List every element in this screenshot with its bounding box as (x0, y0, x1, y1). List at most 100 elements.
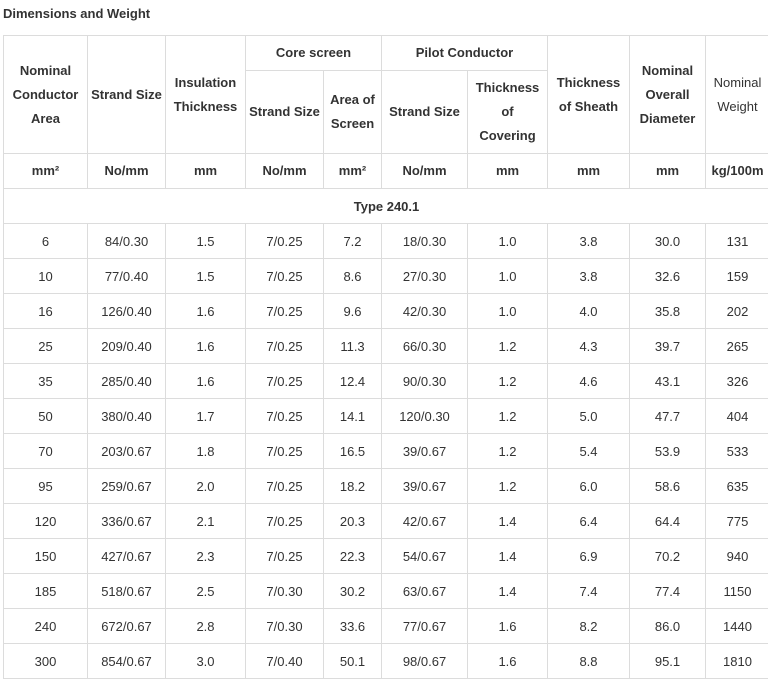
table-cell: 3.8 (548, 259, 630, 294)
table-cell: 1.2 (468, 399, 548, 434)
table-cell: 42/0.30 (382, 294, 468, 329)
table-cell: 7.2 (324, 224, 382, 259)
table-cell: 25 (4, 329, 88, 364)
table-cell: 4.3 (548, 329, 630, 364)
header-weight: Nominal Weight (706, 36, 768, 154)
table-cell: 1440 (706, 609, 768, 644)
table-row: 95259/0.672.07/0.2518.239/0.671.26.058.6… (4, 469, 768, 504)
header-pilot-thickness: Thickness of Covering (468, 71, 548, 154)
table-cell: 95 (4, 469, 88, 504)
table-cell: 7/0.30 (246, 574, 324, 609)
table-cell: 2.3 (166, 539, 246, 574)
header-pilot-conductor: Pilot Conductor (382, 36, 548, 71)
table-cell: 8.8 (548, 644, 630, 679)
table-cell: 1810 (706, 644, 768, 679)
table-cell: 27/0.30 (382, 259, 468, 294)
unit-cell: kg/100m (706, 154, 768, 189)
header-strand-size: Strand Size (88, 36, 166, 154)
table-cell: 1.6 (468, 644, 548, 679)
page-title: Dimensions and Weight (3, 6, 150, 21)
table-cell: 131 (706, 224, 768, 259)
table-cell: 63/0.67 (382, 574, 468, 609)
unit-cell: No/mm (382, 154, 468, 189)
header-text: of (470, 100, 545, 124)
header-row-1: Nominal Conductor Area Strand Size Insul… (4, 36, 768, 71)
table-cell: 1.5 (166, 224, 246, 259)
table-cell: 150 (4, 539, 88, 574)
header-text: Conductor (6, 83, 85, 107)
table-cell: 1.7 (166, 399, 246, 434)
table-cell: 1.0 (468, 294, 548, 329)
table-cell: 1.2 (468, 469, 548, 504)
table-cell: 2.0 (166, 469, 246, 504)
table-cell: 95.1 (630, 644, 706, 679)
table-cell: 50.1 (324, 644, 382, 679)
table-cell: 20.3 (324, 504, 382, 539)
table-cell: 518/0.67 (88, 574, 166, 609)
table-row: 300854/0.673.07/0.4050.198/0.671.68.895.… (4, 644, 768, 679)
table-cell: 4.0 (548, 294, 630, 329)
table-cell: 50 (4, 399, 88, 434)
table-cell: 1.2 (468, 329, 548, 364)
table-cell: 1.4 (468, 504, 548, 539)
header-text: Covering (470, 124, 545, 148)
table-cell: 202 (706, 294, 768, 329)
header-text: Weight (708, 95, 767, 119)
table-cell: 14.1 (324, 399, 382, 434)
table-cell: 159 (706, 259, 768, 294)
table-cell: 1.0 (468, 259, 548, 294)
table-cell: 77/0.67 (382, 609, 468, 644)
table-cell: 265 (706, 329, 768, 364)
header-pilot-strand: Strand Size (382, 71, 468, 154)
dimensions-table: Nominal Conductor Area Strand Size Insul… (3, 35, 768, 679)
section-title: Type 240.1 (4, 189, 768, 224)
table-cell: 86.0 (630, 609, 706, 644)
table-cell: 30.0 (630, 224, 706, 259)
table-cell: 672/0.67 (88, 609, 166, 644)
table-cell: 940 (706, 539, 768, 574)
table-cell: 70.2 (630, 539, 706, 574)
header-text: Insulation (168, 71, 243, 95)
table-cell: 259/0.67 (88, 469, 166, 504)
table-cell: 380/0.40 (88, 399, 166, 434)
header-core-area: Area of Screen (324, 71, 382, 154)
table-row: 1077/0.401.57/0.258.627/0.301.03.832.615… (4, 259, 768, 294)
table-row: 35285/0.401.67/0.2512.490/0.301.24.643.1… (4, 364, 768, 399)
unit-cell: mm² (4, 154, 88, 189)
table-cell: 854/0.67 (88, 644, 166, 679)
header-text: Nominal (708, 71, 767, 95)
unit-cell: mm (630, 154, 706, 189)
unit-cell: mm² (324, 154, 382, 189)
table-cell: 18.2 (324, 469, 382, 504)
table-cell: 1.0 (468, 224, 548, 259)
unit-cell: mm (548, 154, 630, 189)
table-cell: 84/0.30 (88, 224, 166, 259)
table-cell: 1.5 (166, 259, 246, 294)
table-cell: 1.6 (166, 294, 246, 329)
table-cell: 7/0.30 (246, 609, 324, 644)
table-cell: 77.4 (630, 574, 706, 609)
unit-cell: No/mm (88, 154, 166, 189)
table-cell: 1.2 (468, 364, 548, 399)
table-cell: 7/0.25 (246, 364, 324, 399)
table-cell: 7/0.25 (246, 399, 324, 434)
table-cell: 326 (706, 364, 768, 399)
table-cell: 32.6 (630, 259, 706, 294)
header-core-strand: Strand Size (246, 71, 324, 154)
table-cell: 336/0.67 (88, 504, 166, 539)
table-cell: 1.4 (468, 574, 548, 609)
table-cell: 7/0.25 (246, 469, 324, 504)
table-cell: 3.8 (548, 224, 630, 259)
table-cell: 285/0.40 (88, 364, 166, 399)
table-cell: 775 (706, 504, 768, 539)
table-cell: 2.8 (166, 609, 246, 644)
header-sheath: Thickness of Sheath (548, 36, 630, 154)
table-cell: 8.2 (548, 609, 630, 644)
units-row: mm² No/mm mm No/mm mm² No/mm mm mm mm kg… (4, 154, 768, 189)
table-cell: 43.1 (630, 364, 706, 399)
header-insulation: Insulation Thickness (166, 36, 246, 154)
table-cell: 2.5 (166, 574, 246, 609)
table-cell: 635 (706, 469, 768, 504)
table-cell: 70 (4, 434, 88, 469)
table-cell: 7/0.25 (246, 434, 324, 469)
